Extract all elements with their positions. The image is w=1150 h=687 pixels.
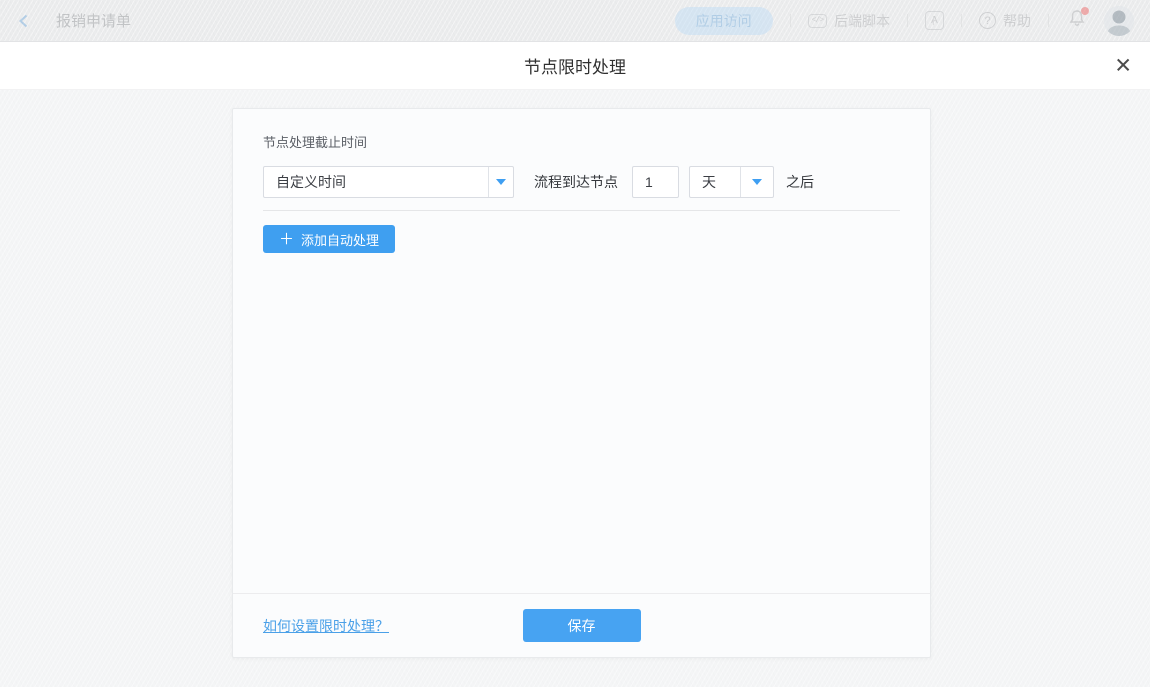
back-button[interactable] [16,13,32,29]
divider [790,14,791,27]
reach-node-label: 流程到达节点 [534,172,618,192]
add-auto-process-button[interactable]: ＋ 添加自动处理 [263,225,395,253]
avatar[interactable] [1104,6,1134,36]
divider [961,14,962,27]
deadline-form-row: 自定义时间 流程到达节点 天 [263,166,900,198]
settings-card: 节点处理截止时间 自定义时间 流程到达节点 天 [232,108,931,658]
app-access-button[interactable]: 应用访问 [675,7,773,35]
duration-input[interactable] [632,166,679,198]
unit-select[interactable]: 天 [689,166,774,198]
node-time-limit-modal: 节点限时处理 ✕ 节点处理截止时间 自定义时间 流程到达节点 [0,42,1150,687]
help-link[interactable]: 如何设置限时处理？ [263,616,389,636]
plus-icon: ＋ [279,232,294,247]
backend-script-label: 后端脚本 [834,11,890,31]
modal-title: 节点限时处理 [524,53,626,78]
contacts-icon[interactable]: A [925,11,944,30]
time-type-selected-value: 自定义时间 [264,172,488,192]
app-root: 报销申请单 应用访问 </> 后端脚本 A ? 帮助 [0,0,1150,687]
unit-selected-value: 天 [690,172,740,192]
triangle-glyph [752,179,762,185]
divider [907,14,908,27]
notification-bell-icon[interactable] [1068,9,1086,32]
backend-script-button[interactable]: </> 后端脚本 [808,11,890,31]
help-button[interactable]: ? 帮助 [979,11,1031,31]
divider [1048,14,1049,27]
app-title: 报销申请单 [56,10,131,31]
add-auto-process-label: 添加自动处理 [301,230,379,249]
save-button[interactable]: 保存 [523,609,641,642]
close-icon[interactable]: ✕ [1112,53,1134,78]
help-label: 帮助 [1003,11,1031,31]
code-icon: </> [808,14,827,28]
card-footer: 如何设置限时处理？ 保存 [233,593,930,657]
after-label: 之后 [786,172,814,192]
modal-body: 节点处理截止时间 自定义时间 流程到达节点 天 [0,90,1150,687]
triangle-glyph [496,179,506,185]
question-icon: ? [979,12,996,29]
row-divider [263,210,900,211]
time-type-select[interactable]: 自定义时间 [263,166,514,198]
avatar-image [1104,6,1134,36]
card-content: 节点处理截止时间 自定义时间 流程到达节点 天 [233,109,930,593]
contacts-icon-letter: A [931,15,938,26]
chevron-left-icon [16,13,32,29]
chevron-down-icon [488,167,513,197]
topbar-actions: 应用访问 </> 后端脚本 A ? 帮助 [675,6,1134,36]
modal-header: 节点限时处理 ✕ [0,42,1150,90]
notification-badge [1081,7,1089,15]
chevron-down-icon [740,167,773,197]
deadline-section-label: 节点处理截止时间 [263,133,900,153]
topbar: 报销申请单 应用访问 </> 后端脚本 A ? 帮助 [0,0,1150,42]
